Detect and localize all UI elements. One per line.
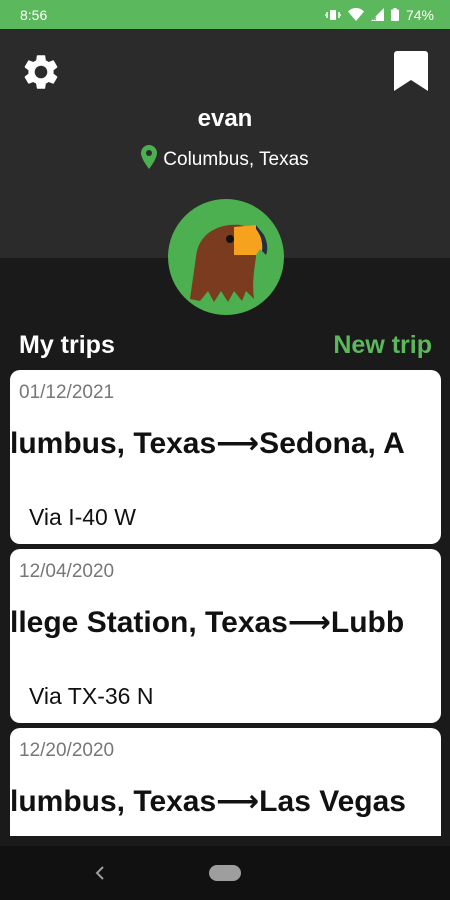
location-pin-icon: [141, 145, 158, 175]
back-button[interactable]: [92, 864, 108, 882]
bookmark-button[interactable]: [394, 51, 428, 91]
my-trips-title: My trips: [19, 330, 115, 359]
trip-card[interactable]: 12/20/2020 lumbus, Texas⟶Las Vegas: [10, 728, 441, 836]
trip-via: Via TX-36 N: [29, 683, 154, 709]
username: evan: [197, 105, 253, 132]
avatar[interactable]: [168, 199, 284, 315]
trip-route-text: lumbus, Texas⟶Sedona, A: [10, 427, 405, 460]
trip-card[interactable]: 12/04/2020 llege Station, Texas⟶Lubb Via…: [10, 549, 441, 723]
user-location: Columbus, Texas: [0, 145, 450, 175]
wifi-icon: [347, 8, 364, 21]
status-bar: 8:56 74%: [0, 0, 450, 29]
trip-route: lumbus, Texas⟶Las Vegas: [10, 782, 441, 822]
eagle-avatar-icon: [168, 224, 284, 315]
trip-route: lumbus, Texas⟶Sedona, A: [10, 424, 441, 464]
back-chevron-icon: [92, 866, 108, 886]
battery-icon: [390, 8, 399, 21]
bookmark-icon: [394, 51, 428, 95]
trips-header: My trips New trip: [0, 326, 450, 364]
trip-route-text: llege Station, Texas⟶Lubb: [10, 606, 405, 639]
trip-date: 01/12/2021: [19, 382, 115, 403]
system-nav-bar: [0, 846, 450, 900]
signal-icon: [370, 8, 384, 21]
trip-via: Via I-40 W: [29, 504, 136, 530]
status-time: 8:56: [20, 6, 48, 23]
trip-date: 12/04/2020: [19, 561, 115, 582]
gear-icon: [20, 55, 62, 97]
new-trip-button[interactable]: New trip: [333, 331, 432, 360]
home-pill-icon[interactable]: [209, 865, 241, 881]
vibrate-icon: [324, 9, 341, 21]
trip-card[interactable]: 01/12/2021 lumbus, Texas⟶Sedona, A Via I…: [10, 370, 441, 544]
status-icons: 74%: [324, 6, 434, 23]
battery-percent: 74%: [405, 6, 434, 23]
location-text: Columbus, Texas: [163, 149, 309, 170]
settings-button[interactable]: [20, 51, 62, 93]
trip-route: llege Station, Texas⟶Lubb: [10, 603, 441, 643]
trip-list[interactable]: 01/12/2021 lumbus, Texas⟶Sedona, A Via I…: [10, 370, 441, 836]
trip-date: 12/20/2020: [19, 740, 115, 761]
trip-route-text: lumbus, Texas⟶Las Vegas: [10, 785, 406, 818]
